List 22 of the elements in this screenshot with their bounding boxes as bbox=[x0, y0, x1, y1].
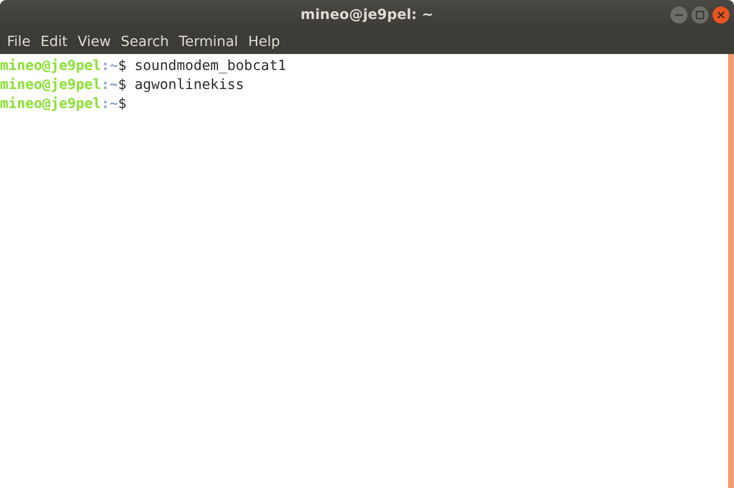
menu-item[interactable]: File bbox=[2, 34, 36, 50]
maximize-button[interactable] bbox=[691, 6, 709, 24]
command-text: agwonlinekiss bbox=[134, 76, 244, 95]
prompt-user: mineo@je9pel bbox=[0, 76, 102, 95]
prompt-path: :~ bbox=[101, 95, 118, 114]
prompt-symbol: $ bbox=[118, 76, 126, 95]
minimize-button[interactable] bbox=[670, 6, 688, 24]
menu-item[interactable]: Terminal bbox=[174, 34, 244, 50]
prompt-symbol: $ bbox=[118, 57, 126, 76]
menu-item[interactable]: Search bbox=[116, 34, 174, 50]
prompt-path: :~ bbox=[101, 57, 118, 76]
close-button[interactable] bbox=[712, 6, 730, 24]
menu-item[interactable]: Edit bbox=[35, 34, 73, 50]
prompt-user: mineo@je9pel bbox=[0, 57, 102, 76]
prompt-symbol: $ bbox=[118, 95, 126, 114]
window-title: mineo@je9pel: ~ bbox=[300, 7, 434, 23]
command-text: soundmodem_bobcat1 bbox=[134, 57, 286, 76]
menu-item[interactable]: Help bbox=[243, 34, 285, 50]
prompt-path: :~ bbox=[101, 76, 118, 95]
scrollbar[interactable] bbox=[728, 54, 734, 488]
menu-item[interactable]: View bbox=[72, 34, 116, 50]
prompt-user: mineo@je9pel bbox=[0, 95, 102, 114]
